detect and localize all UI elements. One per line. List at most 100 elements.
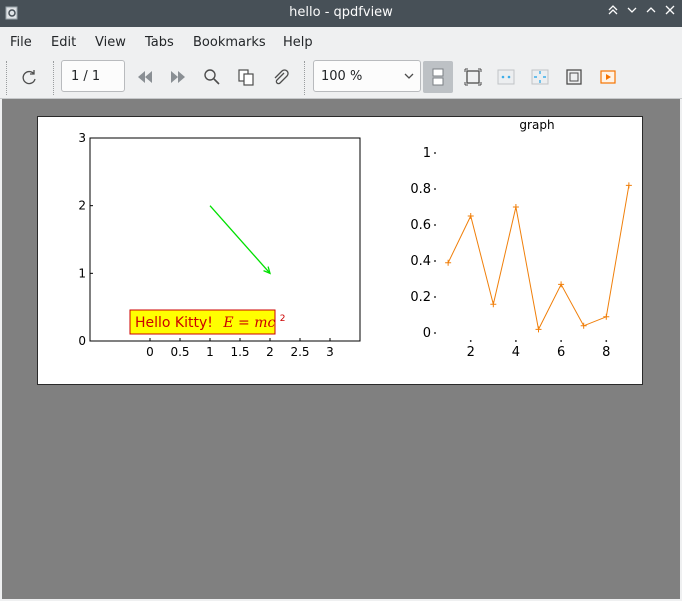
data-point [490,301,497,308]
y-tick-label: 0.4 [410,254,431,269]
right-plot-title: graph [519,118,554,132]
x-tick-label: 3 [326,345,334,359]
x-tick-label: 8 [602,345,610,360]
fullscreen-button[interactable] [559,61,589,93]
label-formula: E = mc [222,315,275,331]
y-tick-mark [434,188,436,190]
presentation-icon [531,69,549,85]
maximize-button[interactable] [643,4,659,22]
series-line [447,185,630,331]
x-tick-label: 2 [467,345,475,360]
x-tick-label: 1.5 [230,345,249,359]
y-tick-label: 1 [423,146,431,161]
chevron-down-icon [627,7,637,13]
refresh-button[interactable] [14,61,44,93]
attachment-icon [274,69,289,85]
close-icon [665,5,675,15]
y-tick-mark [434,332,436,334]
x-tick-mark [515,340,517,342]
search-button[interactable] [197,61,227,93]
menu-edit[interactable]: Edit [51,35,76,50]
previous-page-icon [138,71,152,83]
next-page-button[interactable] [163,61,193,93]
keep-above-button[interactable] [605,4,621,22]
chevron-down-icon [404,73,414,79]
x-tick-mark [560,340,562,342]
two-pages-button[interactable] [491,61,521,93]
window-title: hello - qpdfview [289,5,393,20]
y-tick-label: 3 [78,131,86,145]
data-point [580,322,587,329]
menu-bookmarks[interactable]: Bookmarks [193,35,266,50]
data-point [445,259,452,266]
zoom-select[interactable]: 100 % [313,60,421,92]
y-tick-label: 0.8 [410,182,431,197]
left-plot-series [209,205,271,275]
y-tick-mark [434,296,436,298]
toolbar-handle[interactable] [304,61,308,95]
title-bar: hello - qpdfview [0,0,682,27]
hello-kitty-label: Hello Kitty! E = mc 2 [129,309,286,335]
close-button[interactable] [662,4,678,22]
right-plot-ticks: 2 4 6 8 0 0.2 0.4 0.6 0.8 1 [410,146,610,360]
previous-page-button[interactable] [130,61,160,93]
next-page-icon [171,71,185,83]
x-tick-label: 2.5 [290,345,309,359]
continuous-mode-button[interactable] [423,61,453,93]
x-tick-label: 4 [512,345,520,360]
right-plot-series [445,182,632,333]
menu-view[interactable]: View [95,35,126,50]
menu-file[interactable]: File [10,35,32,50]
y-tick-label: 2 [78,199,86,213]
search-icon [204,69,220,85]
chevron-up-icon [646,7,656,13]
label-formula-exponent: 2 [280,314,286,324]
attachment-button[interactable] [265,61,295,93]
page-number-input[interactable]: 1 / 1 [61,60,125,92]
y-tick-label: 0.6 [410,218,431,233]
x-tick-label: 0 [146,345,154,359]
y-tick-label: 0 [423,326,431,341]
menu-help[interactable]: Help [283,35,313,50]
right-plot: graph 2 4 6 8 0 0.2 0.4 0.6 0.8 1 [410,118,632,360]
x-tick-label: 0.5 [170,345,189,359]
toolbar: 1 / 1 100 % [0,57,682,99]
y-tick-mark [434,152,436,154]
data-point [512,204,519,210]
label-text: Hello Kitty! [135,315,213,331]
x-tick-label: 2 [266,345,274,359]
toolbar-handle[interactable] [53,61,57,95]
menu-tabs[interactable]: Tabs [145,35,174,50]
presentation-button[interactable] [525,61,555,93]
menu-bar: File Edit View Tabs Bookmarks Help [0,27,682,57]
y-tick-label: 0.2 [410,290,431,305]
refresh-icon [22,70,36,85]
left-plot: 0 0.5 1 1.5 2 2.5 3 0 1 2 3 Hello Kitty! E = mc 2 [78,131,361,359]
y-tick-label: 0 [78,334,86,348]
arrow-line [209,205,271,274]
pdf-page: 0 0.5 1 1.5 2 2.5 3 0 1 2 3 Hello Kitty! E = mc 2 … [37,116,643,385]
fullscreen-icon [566,69,582,85]
chevron-double-up-icon [608,5,618,15]
data-point [625,182,632,189]
minimize-button[interactable] [624,4,640,22]
slideshow-button[interactable] [593,61,623,93]
fit-to-page-icon [464,68,482,86]
y-tick-mark [434,224,436,226]
x-tick-mark [469,340,472,342]
y-tick-mark [434,260,436,262]
x-tick-label: 1 [206,345,214,359]
fit-to-page-button[interactable] [458,61,488,93]
data-point [535,326,542,333]
data-point [558,281,565,288]
svg-text:Hello Kitty! E = mc: Hello Kitty! E = mc 2 [135,314,286,331]
copy-button[interactable] [231,61,261,93]
x-tick-mark [605,340,608,342]
data-point [603,313,610,320]
slideshow-icon [600,70,616,84]
data-point [467,213,474,219]
continuous-mode-icon [432,68,444,86]
x-tick-label: 6 [557,345,565,360]
zoom-value: 100 % [321,69,363,84]
toolbar-handle[interactable] [6,61,10,95]
